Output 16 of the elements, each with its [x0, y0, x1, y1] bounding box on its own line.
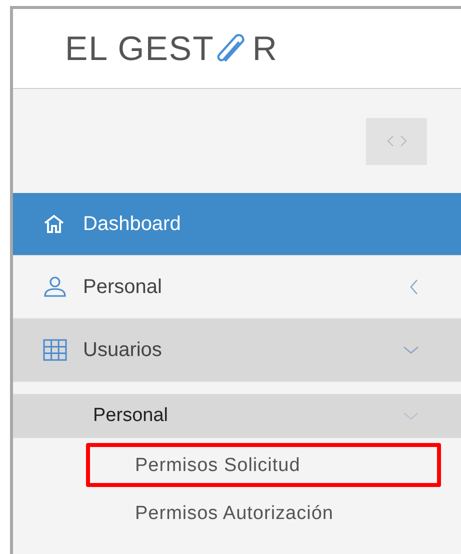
menu-label: Personal [83, 275, 163, 300]
submenu-item[interactable]: Personal [13, 394, 461, 438]
grid-icon [43, 339, 67, 361]
sidebar-toggle-button[interactable] [366, 118, 427, 164]
code-brackets-icon [386, 135, 406, 147]
submenu-label: Personal [93, 404, 169, 428]
logo-text: EL GEST [65, 32, 214, 66]
submenu-link[interactable]: Permisos Solicitud [86, 443, 441, 487]
user-icon [43, 276, 67, 298]
menu-label: Usuarios [83, 338, 163, 363]
submenu-link[interactable]: Permisos Autorización [86, 491, 441, 535]
menu-item[interactable]: Usuarios [13, 319, 461, 382]
home-icon [43, 214, 65, 234]
menu-item[interactable]: Dashboard [13, 193, 461, 256]
menu-label: Dashboard [83, 212, 182, 237]
logo-text: R [252, 32, 277, 66]
